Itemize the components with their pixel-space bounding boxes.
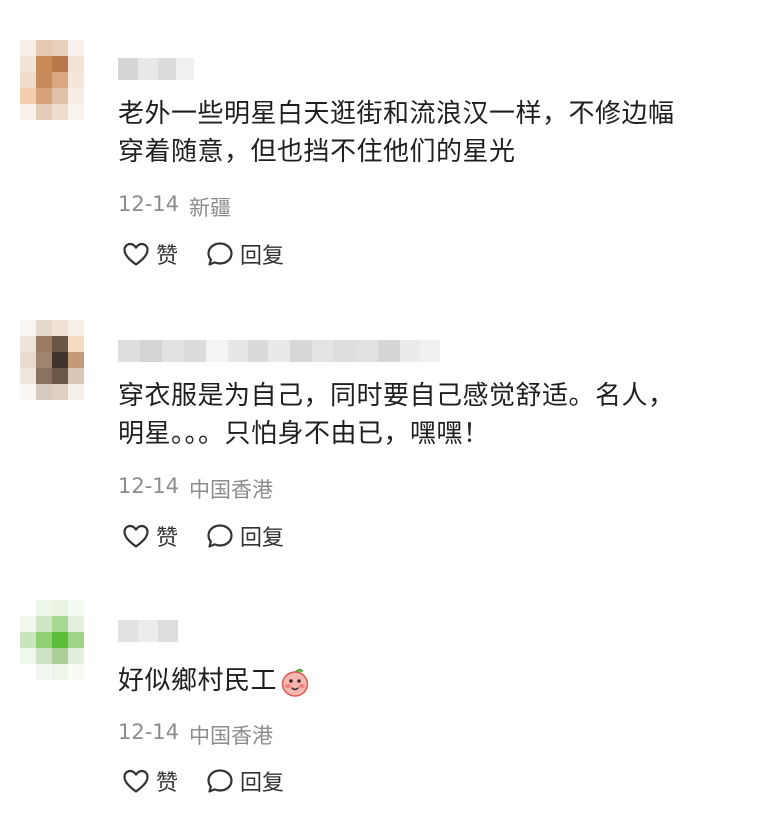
heart-outline-icon (123, 242, 149, 266)
comment-text-line: 穿衣服是为自己，同时要自己感觉舒适。名人， (118, 381, 675, 411)
comment-meta: 12-14 中国香港 (118, 720, 273, 750)
like-label: 赞 (156, 771, 179, 796)
like-button[interactable]: 赞 (122, 765, 178, 797)
comment-item: 老外一些明星白天逛街和流浪汉一样，不修边幅 穿着随意，但也挡不住他们的星光 12… (0, 0, 762, 290)
comment-location: 新疆 (189, 196, 232, 220)
comment-item: 好似鄉村民工 12-14 中国香港 赞 回复 (0, 575, 762, 837)
comment-location: 中国香港 (189, 724, 274, 748)
heart-outline-icon (123, 769, 149, 793)
comment-text-line: 明星。。。只怕身不由已，嘿嘿！ (118, 419, 490, 449)
comment-text: 老外一些明星白天逛街和流浪汉一样，不修边幅 穿着随意，但也挡不住他们的星光 (118, 95, 728, 171)
reply-label: 回复 (240, 526, 285, 551)
comment-meta: 12-14 新疆 (118, 192, 231, 222)
username-blurred[interactable] (118, 58, 194, 80)
comment-actions: 赞 回复 (122, 520, 284, 552)
reply-button[interactable]: 回复 (206, 765, 284, 797)
comment-text-line: 好似鄉村民工 (118, 662, 728, 700)
comment-text: 好似鄉村民工 (118, 662, 728, 700)
comment-date: 12-14 (118, 474, 180, 498)
like-button[interactable]: 赞 (122, 238, 178, 270)
avatar[interactable] (20, 600, 100, 680)
avatar[interactable] (20, 40, 100, 120)
comment-actions: 赞 回复 (122, 238, 284, 270)
avatar[interactable] (20, 320, 100, 400)
reply-button[interactable]: 回复 (206, 520, 284, 552)
comment-date: 12-14 (118, 720, 180, 744)
comment-date: 12-14 (118, 192, 180, 216)
comment-text-line: 穿着随意，但也挡不住他们的星光 (118, 137, 516, 167)
like-label: 赞 (156, 526, 179, 551)
comment-meta: 12-14 中国香港 (118, 474, 273, 504)
like-label: 赞 (156, 244, 179, 269)
comment-location: 中国香港 (189, 478, 274, 502)
username-blurred[interactable] (118, 620, 178, 642)
peach-face-emoji (281, 668, 309, 697)
comment-text-line: 老外一些明星白天逛街和流浪汉一样，不修边幅 (118, 99, 675, 129)
reply-button[interactable]: 回复 (206, 238, 284, 270)
heart-outline-icon (123, 524, 149, 548)
comment-text-segment: 好似鄉村民工 (118, 666, 278, 696)
comment-item: 穿衣服是为自己，同时要自己感觉舒适。名人， 明星。。。只怕身不由已，嘿嘿！ 12… (0, 290, 762, 575)
reply-label: 回复 (240, 771, 285, 796)
speech-bubble-icon (207, 524, 233, 548)
reply-label: 回复 (240, 244, 285, 269)
comment-actions: 赞 回复 (122, 765, 284, 797)
username-blurred[interactable] (118, 340, 440, 362)
like-button[interactable]: 赞 (122, 520, 178, 552)
speech-bubble-icon (207, 242, 233, 266)
speech-bubble-icon (207, 769, 233, 793)
comment-text: 穿衣服是为自己，同时要自己感觉舒适。名人， 明星。。。只怕身不由已，嘿嘿！ (118, 377, 728, 453)
